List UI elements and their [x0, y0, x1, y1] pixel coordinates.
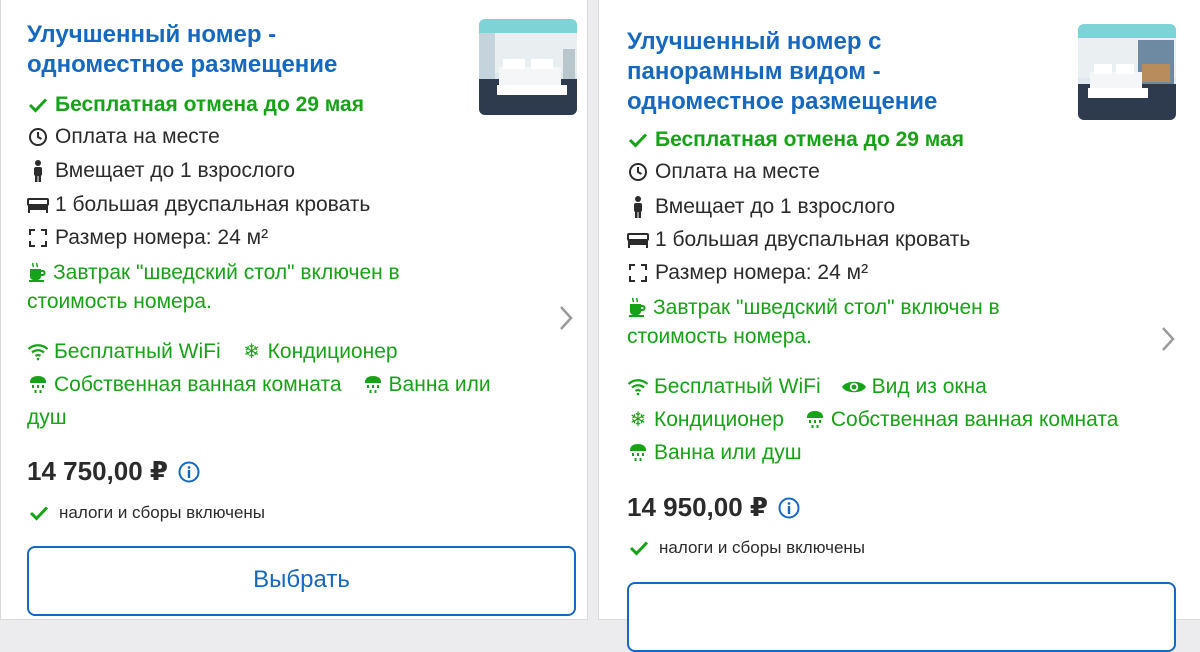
shower-icon	[627, 442, 649, 464]
coffee-cup-icon	[27, 261, 49, 283]
amenity-bath: Ванна или душ	[627, 439, 802, 467]
breakfast-info: Завтрак "шведский стол" включен в стоимо…	[27, 261, 400, 313]
amenity-bathroom: Собственная ванная комната	[27, 371, 342, 399]
coffee-cup-icon	[627, 296, 649, 318]
bed-info: 1 большая двуспальная кровать	[27, 191, 370, 219]
amenities-row-1: Бесплатный WiFi ❄ Кондиционер	[27, 338, 418, 366]
checkmark-icon	[29, 505, 49, 521]
chevron-right-icon[interactable]	[1161, 326, 1175, 357]
select-room-button[interactable]	[627, 582, 1176, 652]
bed-icon	[27, 194, 49, 216]
person-icon	[627, 196, 649, 218]
amenity-ac: ❄ Кондиционер	[627, 406, 784, 434]
room-size: Размер номера: 24 м²	[627, 259, 868, 287]
amenities-row-2: Собственная ванная комната Ванна или	[27, 371, 511, 399]
info-icon[interactable]	[778, 497, 800, 519]
free-cancellation: Бесплатная отмена до 29 мая	[27, 91, 364, 119]
room-size: Размер номера: 24 м²	[27, 224, 268, 252]
room-card-1[interactable]: Улучшенный номер - одноместное размещени…	[0, 0, 588, 620]
expand-icon	[27, 227, 49, 249]
bed-icon	[627, 229, 649, 251]
shower-icon	[804, 409, 826, 431]
snowflake-icon: ❄	[243, 341, 261, 363]
eye-icon	[841, 376, 867, 398]
amenity-ac: ❄ Кондиционер	[241, 338, 397, 366]
amenities-row-2: ❄ Кондиционер Собственная ванная комната	[627, 406, 1138, 434]
payment-info: Оплата на месте	[627, 158, 820, 186]
taxes-included: налоги и сборы включены	[29, 503, 265, 523]
taxes-included: налоги и сборы включены	[629, 538, 865, 558]
amenities-row-1: Бесплатный WiFi Вид из окна	[627, 373, 1007, 401]
snowflake-icon: ❄	[629, 409, 647, 431]
chevron-right-icon[interactable]	[559, 305, 573, 336]
payment-info: Оплата на месте	[27, 123, 220, 151]
wifi-icon	[627, 376, 649, 398]
amenity-wifi: Бесплатный WiFi	[27, 338, 221, 366]
clock-icon	[27, 126, 49, 148]
person-icon	[27, 160, 49, 182]
bed-info: 1 большая двуспальная кровать	[627, 226, 970, 254]
wifi-icon	[27, 341, 49, 363]
free-cancellation: Бесплатная отмена до 29 мая	[627, 126, 964, 154]
checkmark-icon	[629, 540, 649, 556]
capacity-info: Вмещает до 1 взрослого	[27, 157, 295, 185]
info-icon[interactable]	[178, 461, 200, 483]
amenity-bath-continued: душ	[27, 406, 67, 429]
room-price: 14 950,00 ₽	[627, 492, 800, 523]
room-card-2[interactable]: Улучшенный номер с панорамным видом - од…	[598, 0, 1200, 652]
capacity-info: Вмещает до 1 взрослого	[627, 193, 895, 221]
select-room-button[interactable]: Выбрать	[27, 546, 576, 616]
amenity-bath: Ванна или	[362, 371, 491, 399]
room-thumbnail[interactable]	[1078, 24, 1176, 120]
room-price: 14 750,00 ₽	[27, 456, 200, 487]
room-title[interactable]: Улучшенный номер - одноместное размещени…	[27, 20, 337, 80]
room-thumbnail[interactable]	[479, 19, 577, 115]
amenity-view: Вид из окна	[841, 373, 987, 401]
expand-icon	[627, 262, 649, 284]
amenities-row-3: Ванна или душ	[627, 439, 822, 467]
checkmark-icon	[627, 129, 649, 151]
amenity-wifi: Бесплатный WiFi	[627, 373, 821, 401]
clock-icon	[627, 161, 649, 183]
breakfast-info: Завтрак "шведский стол" включен в стоимо…	[627, 296, 1000, 348]
shower-icon	[27, 374, 49, 396]
room-title[interactable]: Улучшенный номер с панорамным видом - од…	[627, 27, 937, 117]
checkmark-icon	[27, 94, 49, 116]
shower-icon	[362, 374, 384, 396]
amenity-bathroom: Собственная ванная комната	[804, 406, 1118, 434]
